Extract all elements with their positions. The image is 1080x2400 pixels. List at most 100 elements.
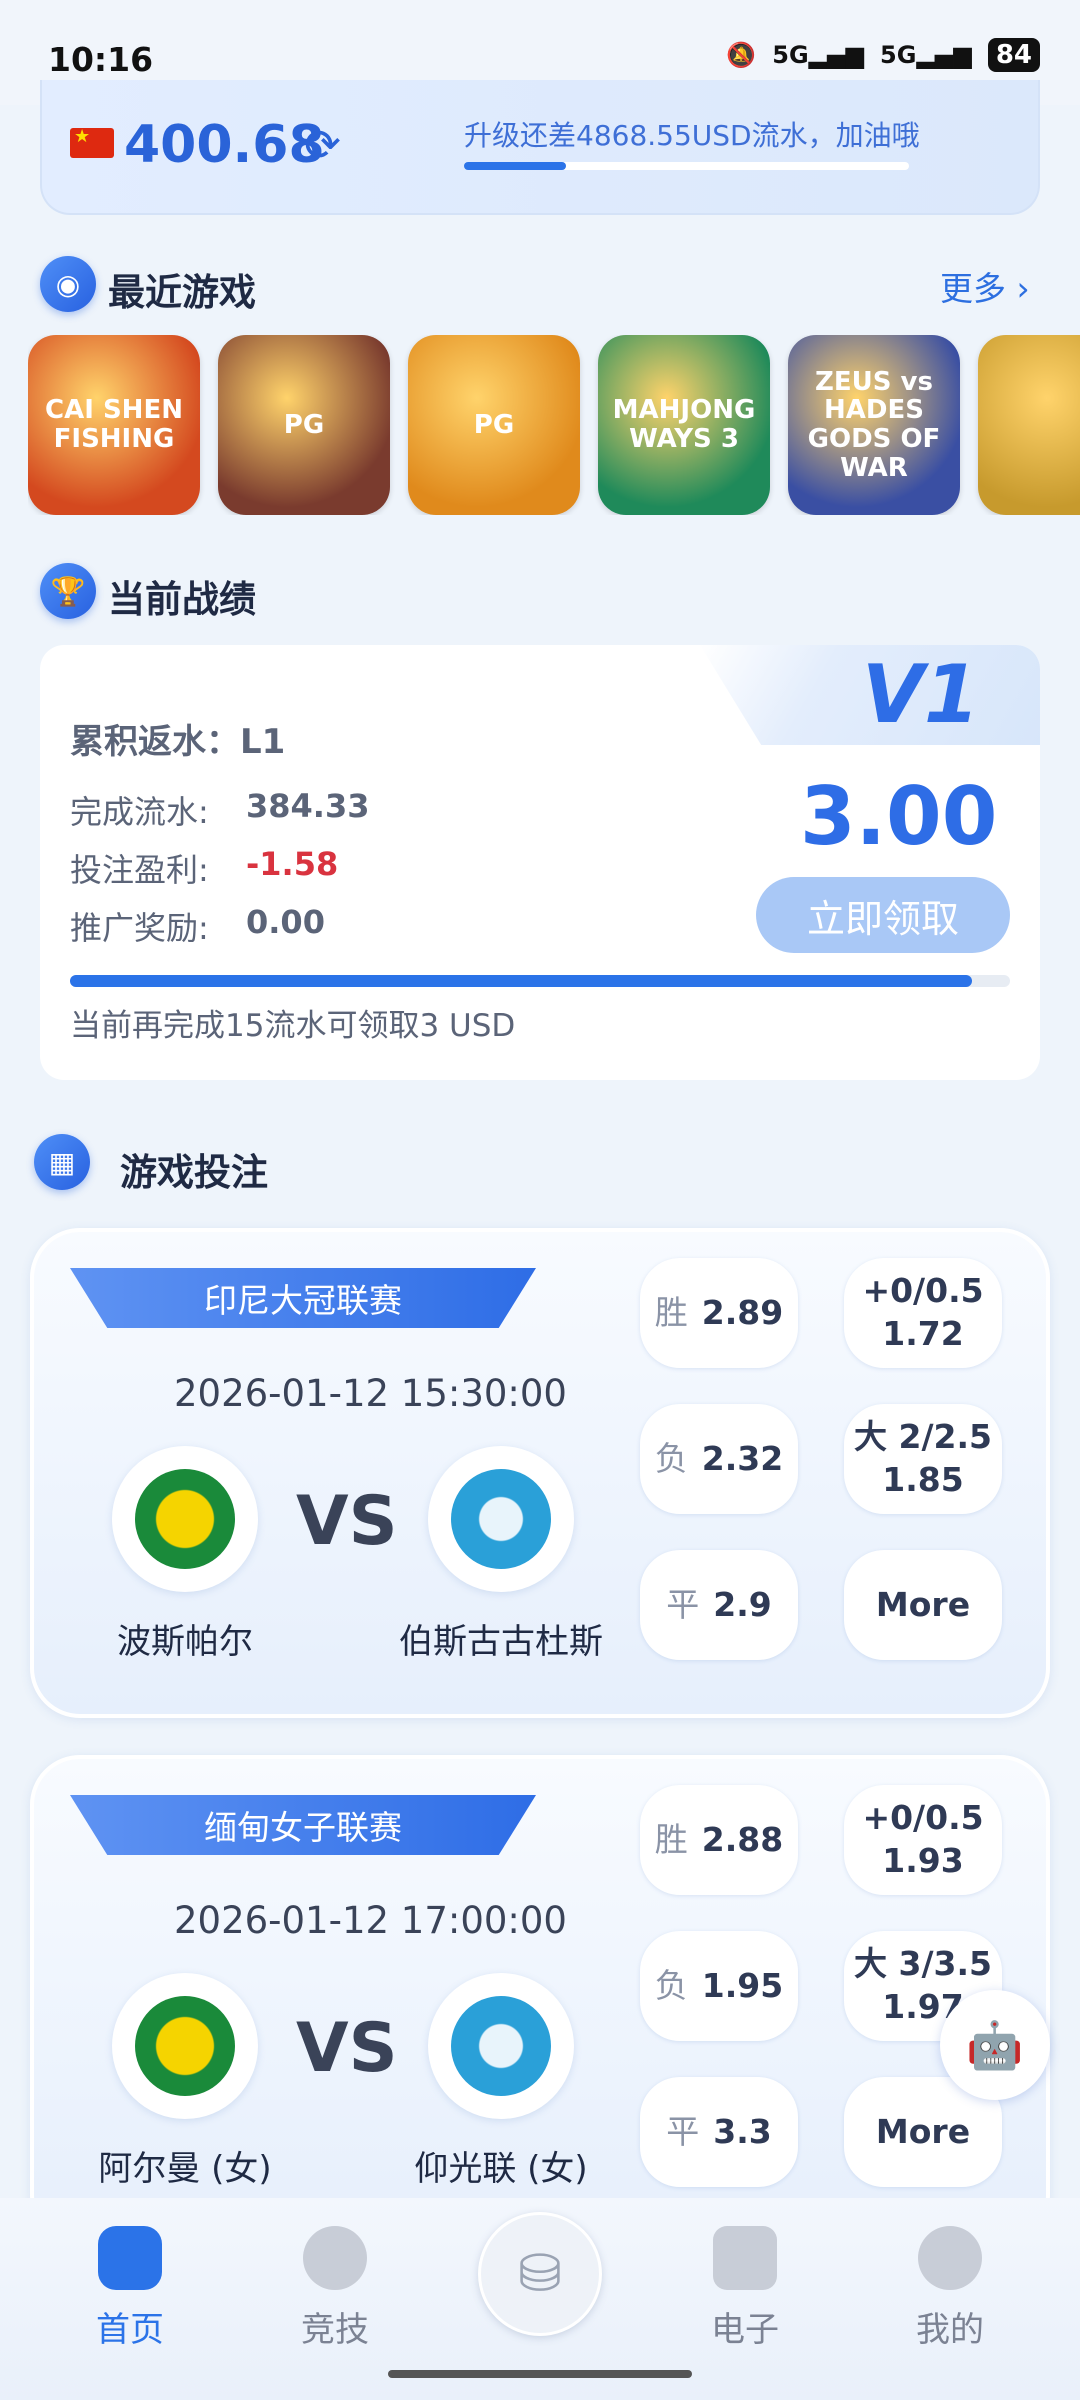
progress-hint: 当前再完成15流水可领取3 USD xyxy=(70,1008,516,1044)
promo-label: 推广奖励: xyxy=(70,909,209,947)
match-card: 缅甸女子联赛 2026-01-12 17:00:00 VS 阿尔曼 (女) 仰光… xyxy=(30,1755,1050,2245)
turnover-value: 384.33 xyxy=(246,787,370,825)
odds-key: 平 xyxy=(666,1584,700,1624)
trophy-icon: 🏆 xyxy=(40,563,96,619)
league-banner: 缅甸女子联赛 xyxy=(70,1795,536,1855)
mute-icon: 🔕 xyxy=(726,41,757,69)
soccer-ball-icon xyxy=(303,2226,367,2290)
upgrade-text: 升级还差4868.55USD流水，加油哦 xyxy=(464,119,920,152)
odds-value: 2.88 xyxy=(701,1819,784,1859)
away-team-logo xyxy=(428,1973,574,2119)
away-team-name: 仰光联 (女) xyxy=(414,2149,588,2189)
nav-slots-label: 电子 xyxy=(711,2310,779,2350)
slot-machine-icon xyxy=(713,2226,777,2290)
current-record-title: 当前战绩 xyxy=(108,578,256,621)
nav-sports-label: 竞技 xyxy=(301,2310,369,2350)
odds-value: 2.89 xyxy=(701,1292,784,1332)
cumulative-label: 累积返水：L1 xyxy=(70,722,286,762)
home-team-name: 波斯帕尔 xyxy=(117,1622,253,1662)
odds-button[interactable]: 平 3.3 xyxy=(640,2077,798,2187)
handicap-line: 大 3/3.5 xyxy=(854,1944,992,1984)
odds-button[interactable]: 负 2.32 xyxy=(640,1404,798,1514)
game-tile-label: PG xyxy=(473,409,515,440)
coins-icon: ⛁ xyxy=(518,2244,562,2304)
odds-value: 2.32 xyxy=(701,1438,784,1478)
game-tile[interactable]: CAI SHEN FISHING xyxy=(28,335,200,515)
nav-profile[interactable]: 我的 xyxy=(870,2226,1030,2351)
reward-amount: 3.00 xyxy=(800,770,998,863)
recent-games-more-link[interactable]: 更多 › xyxy=(940,262,1030,310)
home-team-name: 阿尔曼 (女) xyxy=(98,2149,272,2189)
game-tile-label: ZEUS vs HADES GODS OF WAR xyxy=(807,366,941,483)
odds-button[interactable]: 胜 2.88 xyxy=(640,1785,798,1895)
handicap-odds: 1.72 xyxy=(882,1314,964,1353)
level-badge: V1 xyxy=(862,648,980,741)
handicap-button[interactable]: +0/0.5 1.72 xyxy=(844,1258,1002,1368)
nav-home-label: 首页 xyxy=(96,2310,164,2350)
promo-value: 0.00 xyxy=(246,903,325,941)
china-flag-icon xyxy=(70,126,114,158)
match-card: 印尼大冠联赛 2026-01-12 15:30:00 VS 波斯帕尔 伯斯古古杜… xyxy=(30,1228,1050,1718)
vs-label: VS xyxy=(296,1482,398,1561)
game-tile[interactable] xyxy=(978,335,1080,515)
odds-key: 负 xyxy=(654,1438,688,1478)
odds-value: 1.95 xyxy=(701,1965,784,2005)
claim-button[interactable]: 立即领取 xyxy=(756,877,1010,953)
signal-icon-2: 5G▂▄▆ xyxy=(880,41,972,69)
betting-icon: ▦ xyxy=(34,1134,90,1190)
game-tile[interactable]: ZEUS vs HADES GODS OF WAR xyxy=(788,335,960,515)
match-time: 2026-01-12 15:30:00 xyxy=(174,1372,567,1415)
odds-value: 2.9 xyxy=(713,1584,772,1624)
odds-key: 胜 xyxy=(654,1819,688,1859)
home-team-logo xyxy=(112,1973,258,2119)
profit-label: 投注盈利: xyxy=(70,851,209,889)
nav-profile-label: 我的 xyxy=(916,2310,984,2350)
deposit-coins-button[interactable]: ⛁ xyxy=(478,2212,602,2336)
nav-slots[interactable]: 电子 xyxy=(665,2226,825,2351)
game-tile-label: MAHJONG WAYS 3 xyxy=(612,395,756,454)
away-team-name: 伯斯古古杜斯 xyxy=(399,1622,603,1662)
league-banner: 印尼大冠联赛 xyxy=(70,1268,536,1328)
refresh-icon[interactable]: ⟳ xyxy=(304,120,341,171)
team-crest-icon xyxy=(451,1996,551,2096)
more-odds-button[interactable]: More xyxy=(844,1550,1002,1660)
team-crest-icon xyxy=(135,1996,235,2096)
record-progress-fill xyxy=(70,975,973,987)
odds-key: 负 xyxy=(654,1965,688,2005)
recent-games-title: 最近游戏 xyxy=(108,271,256,314)
upgrade-progress-bar xyxy=(464,162,909,170)
vs-label: VS xyxy=(296,2009,398,2088)
balance-card: 400.68 ⟳ 升级还差4868.55USD流水，加油哦 xyxy=(40,80,1040,215)
odds-button[interactable]: 胜 2.89 xyxy=(640,1258,798,1368)
status-time: 10:16 xyxy=(48,40,154,79)
turnover-label: 完成流水: xyxy=(70,793,209,831)
game-tile[interactable]: PG xyxy=(408,335,580,515)
handicap-line: 大 2/2.5 xyxy=(854,1417,992,1457)
nav-sports[interactable]: 竞技 xyxy=(255,2226,415,2351)
match-time: 2026-01-12 17:00:00 xyxy=(174,1899,567,1942)
chatbot-icon[interactable]: 🤖 xyxy=(940,1990,1050,2100)
home-icon xyxy=(98,2226,162,2290)
odds-button[interactable]: 平 2.9 xyxy=(640,1550,798,1660)
odds-key: 胜 xyxy=(654,1292,688,1332)
handicap-odds: 1.85 xyxy=(882,1460,964,1499)
handicap-button[interactable]: +0/0.5 1.93 xyxy=(844,1785,1002,1895)
game-tile-label: PG xyxy=(283,409,325,440)
handicap-line: +0/0.5 xyxy=(862,1271,984,1311)
home-team-logo xyxy=(112,1446,258,1592)
odds-value: 3.3 xyxy=(713,2111,772,2151)
team-crest-icon xyxy=(451,1469,551,1569)
team-crest-icon xyxy=(135,1469,235,1569)
chevron-right-icon: › xyxy=(1016,269,1030,308)
gamepad-icon: ◉ xyxy=(40,256,96,312)
handicap-line: +0/0.5 xyxy=(862,1798,984,1838)
betting-title: 游戏投注 xyxy=(120,1151,268,1194)
odds-button[interactable]: 负 1.95 xyxy=(640,1931,798,2041)
handicap-button[interactable]: 大 2/2.5 1.85 xyxy=(844,1404,1002,1514)
signal-icon: 5G▂▄▆ xyxy=(772,41,865,69)
game-tile[interactable]: MAHJONG WAYS 3 xyxy=(598,335,770,515)
recent-games-row: CAI SHEN FISHING PG PG MAHJONG WAYS 3 ZEUS v… xyxy=(28,335,1080,515)
game-tile[interactable]: PG xyxy=(218,335,390,515)
nav-home[interactable]: 首页 xyxy=(50,2226,210,2351)
odds-key: 平 xyxy=(666,2111,700,2151)
